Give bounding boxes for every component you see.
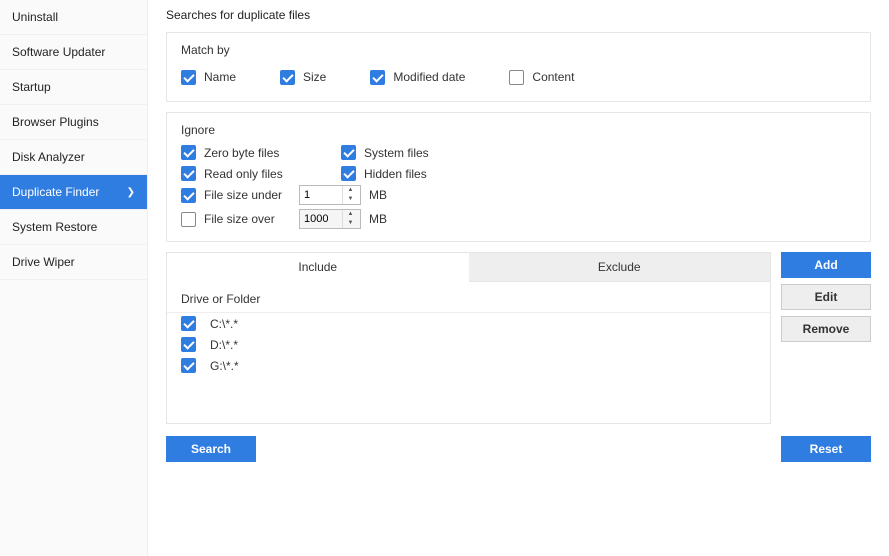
page-title: Searches for duplicate files <box>166 8 871 22</box>
ignore-over-label: File size over <box>204 212 275 226</box>
drive-checkbox[interactable] <box>181 316 196 331</box>
match-modified-checkbox[interactable] <box>370 70 385 85</box>
edit-button[interactable]: Edit <box>781 284 871 310</box>
stepper-down-icon[interactable]: ▼ <box>343 195 358 204</box>
sidebar-item-label: Duplicate Finder <box>12 185 99 199</box>
ignore-readonly-checkbox[interactable] <box>181 166 196 181</box>
match-size-label: Size <box>303 70 326 84</box>
ignore-system-checkbox[interactable] <box>341 145 356 160</box>
match-content-checkbox[interactable] <box>509 70 524 85</box>
stepper-up-icon[interactable]: ▲ <box>343 186 358 195</box>
ignore-hidden-label: Hidden files <box>364 167 427 181</box>
file-size-under-stepper[interactable]: ▲▼ <box>299 185 361 205</box>
file-size-under-unit: MB <box>369 188 387 202</box>
file-size-over-input[interactable] <box>300 210 342 228</box>
ignore-zero-checkbox[interactable] <box>181 145 196 160</box>
match-by-group: Match by Name Size Modified date Content <box>166 32 871 102</box>
sidebar: Uninstall Software Updater Startup Brows… <box>0 0 148 556</box>
search-button[interactable]: Search <box>166 436 256 462</box>
match-content-label: Content <box>532 70 574 84</box>
sidebar-item-label: System Restore <box>12 220 97 234</box>
ignore-zero-label: Zero byte files <box>204 146 279 160</box>
add-button[interactable]: Add <box>781 252 871 278</box>
stepper-up-icon[interactable]: ▲ <box>343 210 358 219</box>
drive-checkbox[interactable] <box>181 337 196 352</box>
sidebar-item-label: Uninstall <box>12 10 58 24</box>
file-size-over-stepper[interactable]: ▲▼ <box>299 209 361 229</box>
match-name-label: Name <box>204 70 236 84</box>
file-size-over-unit: MB <box>369 212 387 226</box>
sidebar-item-software-updater[interactable]: Software Updater <box>0 35 147 70</box>
ignore-over-checkbox[interactable] <box>181 212 196 227</box>
drive-checkbox[interactable] <box>181 358 196 373</box>
sidebar-item-duplicate-finder[interactable]: Duplicate Finder ❯ <box>0 175 147 210</box>
list-item[interactable]: C:\*.* <box>167 313 770 334</box>
sidebar-item-label: Disk Analyzer <box>12 150 85 164</box>
paths-list: C:\*.* D:\*.* G:\*.* <box>167 313 770 376</box>
chevron-right-icon: ❯ <box>127 187 135 198</box>
sidebar-item-disk-analyzer[interactable]: Disk Analyzer <box>0 140 147 175</box>
sidebar-item-browser-plugins[interactable]: Browser Plugins <box>0 105 147 140</box>
drive-path: D:\*.* <box>210 338 238 352</box>
sidebar-item-system-restore[interactable]: System Restore <box>0 210 147 245</box>
match-modified-label: Modified date <box>393 70 465 84</box>
ignore-group: Ignore Zero byte files System files Read… <box>166 112 871 242</box>
match-by-legend: Match by <box>181 43 856 57</box>
sidebar-item-label: Startup <box>12 80 51 94</box>
sidebar-item-label: Drive Wiper <box>12 255 75 269</box>
sidebar-item-drive-wiper[interactable]: Drive Wiper <box>0 245 147 280</box>
remove-button[interactable]: Remove <box>781 316 871 342</box>
sidebar-item-label: Browser Plugins <box>12 115 99 129</box>
main-panel: Searches for duplicate files Match by Na… <box>148 0 889 556</box>
ignore-under-checkbox[interactable] <box>181 188 196 203</box>
drive-path: G:\*.* <box>210 359 239 373</box>
match-name-checkbox[interactable] <box>181 70 196 85</box>
ignore-readonly-label: Read only files <box>204 167 283 181</box>
path-buttons: Add Edit Remove <box>781 252 871 424</box>
ignore-hidden-checkbox[interactable] <box>341 166 356 181</box>
list-item[interactable]: D:\*.* <box>167 334 770 355</box>
ignore-system-label: System files <box>364 146 429 160</box>
list-item[interactable]: G:\*.* <box>167 355 770 376</box>
paths-column-header: Drive or Folder <box>167 282 770 313</box>
paths-panel: Include Exclude Drive or Folder C:\*.* D… <box>166 252 771 424</box>
file-size-under-input[interactable] <box>300 186 342 204</box>
match-size-checkbox[interactable] <box>280 70 295 85</box>
sidebar-item-startup[interactable]: Startup <box>0 70 147 105</box>
reset-button[interactable]: Reset <box>781 436 871 462</box>
ignore-legend: Ignore <box>181 123 856 137</box>
sidebar-item-uninstall[interactable]: Uninstall <box>0 0 147 35</box>
tab-exclude[interactable]: Exclude <box>469 253 771 281</box>
stepper-down-icon[interactable]: ▼ <box>343 219 358 228</box>
ignore-under-label: File size under <box>204 188 282 202</box>
sidebar-item-label: Software Updater <box>12 45 105 59</box>
drive-path: C:\*.* <box>210 317 238 331</box>
tab-include[interactable]: Include <box>167 253 469 282</box>
